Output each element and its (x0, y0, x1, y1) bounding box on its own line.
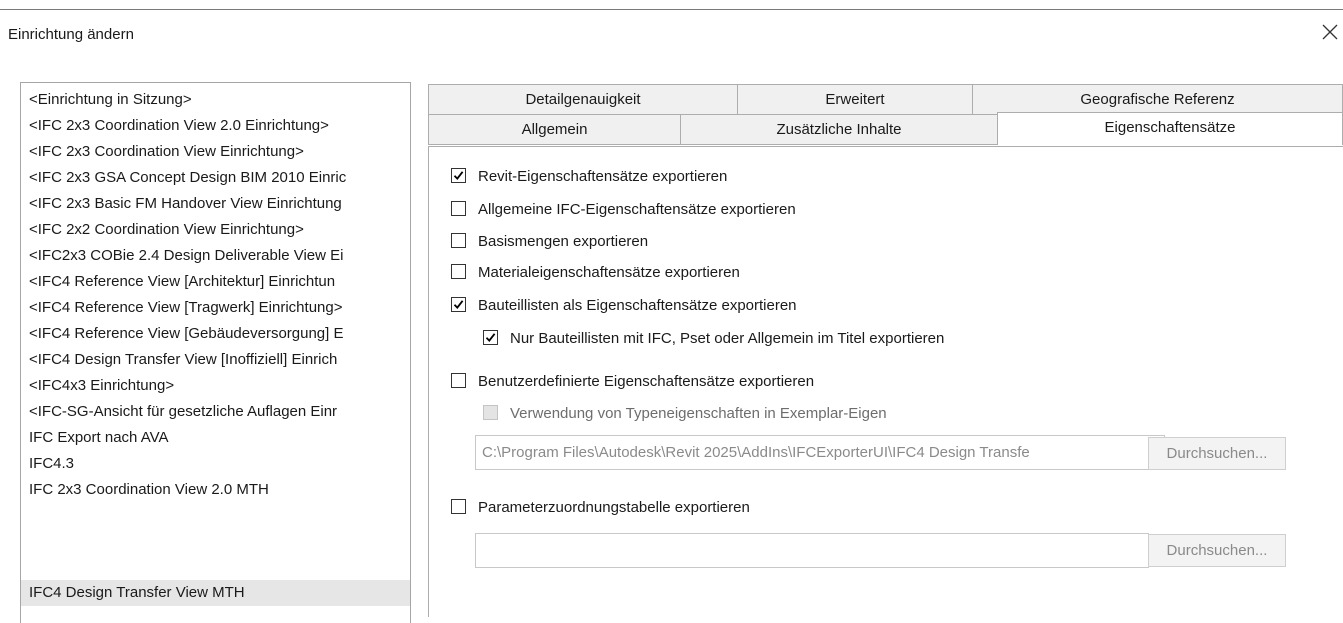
setup-list-item[interactable]: IFC4.3 (21, 451, 410, 477)
property-sets-panel: Revit-Eigenschaftensätze exportieren All… (428, 146, 1343, 617)
tab-advanced[interactable]: Erweitert (737, 84, 973, 115)
tab-additional-content[interactable]: Zusätzliche Inhalte (680, 114, 998, 145)
setup-list[interactable]: <Einrichtung in Sitzung> <IFC 2x3 Coordi… (20, 82, 411, 623)
material-psets-label: Materialeigenschaftensätze exportieren (478, 264, 740, 281)
revit-psets-label: Revit-Eigenschaftensätze exportieren (478, 168, 728, 185)
setup-list-item[interactable]: <IFC-SG-Ansicht für gesetzliche Auflagen… (21, 399, 410, 425)
tab-detail-level[interactable]: Detailgenauigkeit (428, 84, 738, 115)
user-defined-psets-browse-button[interactable]: Durchsuchen... (1148, 437, 1286, 470)
schedules-filter-checkbox[interactable] (483, 330, 498, 345)
setup-list-item[interactable]: IFC 2x3 Coordination View 2.0 MTH (21, 477, 410, 503)
parameter-mapping-label: Parameterzuordnungstabelle exportieren (478, 499, 750, 516)
schedules-filter-label: Nur Bauteillisten mit IFC, Pset oder All… (510, 330, 945, 347)
setup-list-item-selected[interactable]: IFC4 Design Transfer View MTH (21, 580, 410, 606)
close-button[interactable] (1318, 20, 1342, 44)
parameter-mapping-path-field[interactable] (475, 533, 1149, 568)
schedules-as-psets-checkbox[interactable] (451, 297, 466, 312)
tab-geographic-reference[interactable]: Geografische Referenz (972, 84, 1343, 115)
parameter-mapping-checkbox[interactable] (451, 499, 466, 514)
setup-list-item[interactable]: <IFC 2x3 Basic FM Handover View Einricht… (21, 191, 410, 217)
setup-list-item[interactable]: <IFC4 Reference View [Tragwerk] Einricht… (21, 295, 410, 321)
user-defined-psets-label: Benutzerdefinierte Eigenschaftensätze ex… (478, 373, 815, 390)
type-props-checkbox (483, 405, 498, 420)
tab-property-sets[interactable]: Eigenschaftensätze (997, 112, 1343, 145)
schedules-as-psets-label: Bauteillisten als Eigenschaftensätze exp… (478, 297, 797, 314)
setup-list-item[interactable]: <Einrichtung in Sitzung> (21, 87, 410, 113)
setup-list-item[interactable]: <IFC4 Reference View [Gebäudeversorgung]… (21, 321, 410, 347)
setup-list-item[interactable]: <IFC4 Reference View [Architektur] Einri… (21, 269, 410, 295)
base-quantities-label: Basismengen exportieren (478, 233, 649, 250)
type-props-label: Verwendung von Typeneigenschaften in Exe… (510, 405, 887, 422)
checkmark-icon (485, 333, 496, 342)
setup-list-item[interactable]: <IFC4 Design Transfer View [Inoffiziell]… (21, 347, 410, 373)
setup-list-item[interactable]: <IFC 2x3 Coordination View 2.0 Einrichtu… (21, 113, 410, 139)
revit-psets-checkbox[interactable] (451, 168, 466, 183)
user-defined-psets-checkbox[interactable] (451, 373, 466, 388)
setup-list-item[interactable]: IFC Export nach AVA (21, 425, 410, 451)
setup-list-item[interactable]: <IFC 2x3 Coordination View Einrichtung> (21, 139, 410, 165)
parameter-mapping-browse-button[interactable]: Durchsuchen... (1148, 534, 1286, 567)
ifc-common-psets-checkbox[interactable] (451, 201, 466, 216)
material-psets-checkbox[interactable] (451, 264, 466, 279)
setup-list-item[interactable]: <IFC 2x2 Coordination View Einrichtung> (21, 217, 410, 243)
dialog-title: Einrichtung ändern (8, 26, 134, 43)
window-top-border (0, 9, 1343, 10)
setup-list-item[interactable]: <IFC2x3 COBie 2.4 Design Deliverable Vie… (21, 243, 410, 269)
ifc-common-psets-label: Allgemeine IFC-Eigenschaftensätze export… (478, 201, 796, 218)
checkmark-icon (453, 171, 464, 180)
tab-general[interactable]: Allgemein (428, 114, 681, 145)
base-quantities-checkbox[interactable] (451, 233, 466, 248)
close-icon[interactable] (1318, 20, 1342, 44)
setup-list-item[interactable]: <IFC 2x3 GSA Concept Design BIM 2010 Ein… (21, 165, 410, 191)
user-defined-psets-path-field[interactable]: C:\Program Files\Autodesk\Revit 2025\Add… (475, 435, 1165, 470)
checkmark-icon (453, 300, 464, 309)
setup-list-item[interactable]: <IFC4x3 Einrichtung> (21, 373, 410, 399)
